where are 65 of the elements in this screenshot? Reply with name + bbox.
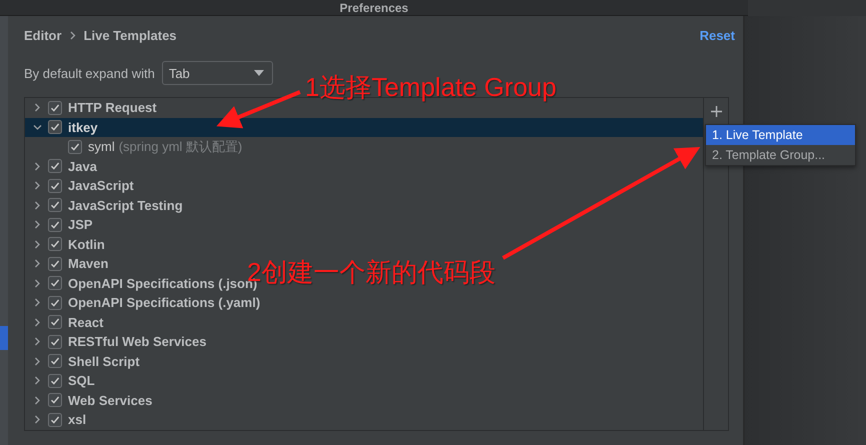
chevron-down-icon[interactable] [33,122,42,132]
checkbox[interactable] [48,159,62,174]
chevron-right-icon[interactable] [33,415,42,424]
menu-item[interactable]: 2. Template Group... [706,145,855,165]
group-name: RESTful Web Services [68,334,206,350]
checkbox[interactable] [48,334,62,349]
checkbox[interactable] [48,296,62,310]
selected-row-highlight[interactable]: itkey [25,118,703,137]
chevron-right-icon[interactable] [33,356,42,366]
group-name: Java [68,158,97,174]
expand-dropdown[interactable]: Tab [162,61,273,85]
group-name: Kotlin [68,236,105,252]
checkbox[interactable] [48,412,62,427]
checkbox[interactable] [48,198,62,212]
chevron-right-icon[interactable] [33,181,42,190]
group-name: HTTP Request [68,100,157,116]
menu-item[interactable]: 1. Live Template [706,125,855,145]
expand-label: By default expand with [24,66,155,80]
checkbox[interactable] [48,276,62,290]
dropdown-arrow-icon [254,70,264,76]
group-name: JavaScript Testing [68,198,183,213]
checkbox[interactable] [68,140,82,154]
group-name: React [68,314,104,330]
sidebar-selection-marker [0,326,8,350]
group-name: Shell Script [68,354,140,369]
checkbox[interactable] [48,256,62,271]
template-description: (spring yml 默认配置) [118,138,242,156]
chevron-right-icon[interactable] [33,318,42,327]
group-name: Maven [68,256,108,272]
chevron-right-icon[interactable] [33,200,42,210]
checkbox[interactable] [48,218,62,232]
checkbox[interactable] [48,178,62,193]
group-name: OpenAPI Specifications (.yaml) [68,295,260,310]
checkbox[interactable] [48,354,62,368]
window-title: Preferences [340,0,408,14]
chevron-right-icon[interactable] [33,278,42,288]
template-abbreviation: syml [88,139,115,154]
breadcrumb-item[interactable]: Live Templates [84,28,177,42]
checkbox[interactable] [48,393,62,408]
checkbox[interactable] [48,120,62,134]
chevron-right-icon[interactable] [33,162,42,171]
chevron-right-icon[interactable] [33,103,42,112]
chevron-right-icon[interactable] [33,240,42,249]
group-name: JSP [68,217,93,232]
checkbox[interactable] [48,374,62,388]
group-name: Web Services [68,392,152,408]
chevron-right-icon[interactable] [33,259,42,268]
chevron-right-icon[interactable] [33,220,42,230]
checkbox[interactable] [48,237,62,252]
reset-link[interactable]: Reset [700,28,735,42]
chevron-right-icon[interactable] [33,396,42,405]
group-name: SQL [68,373,95,388]
chevron-right-icon[interactable] [33,376,42,386]
group-name: xsl [68,412,86,428]
group-name: itkey [68,120,98,135]
group-name: JavaScript [68,178,134,194]
breadcrumb-item[interactable]: Editor [24,28,62,42]
checkbox[interactable] [48,100,62,115]
chevron-right-icon[interactable] [33,337,42,346]
chevron-icon [70,30,76,40]
annotation-text: 1选择Template Group [305,71,556,104]
add-icon[interactable] [710,106,722,117]
checkbox[interactable] [48,315,62,330]
template-row[interactable]: syml (spring yml 默认配置) [25,137,703,156]
chevron-right-icon[interactable] [33,298,42,308]
